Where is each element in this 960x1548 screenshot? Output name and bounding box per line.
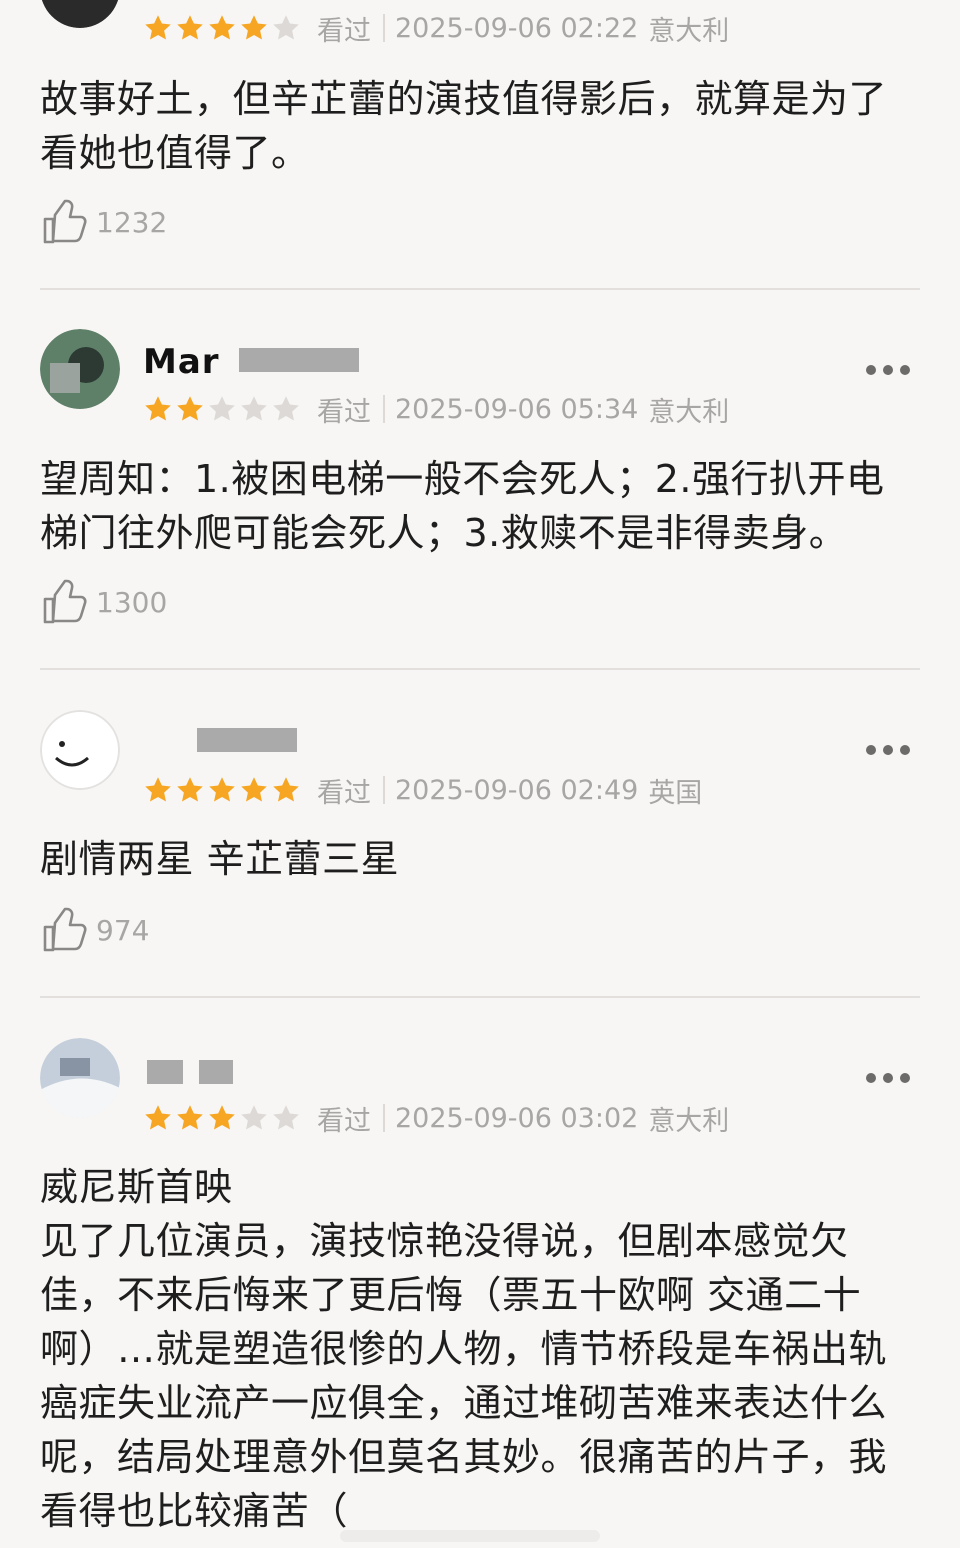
watched-label: 看过 [317,777,371,809]
review-text: 威尼斯首映 见了几位演员，演技惊艳没得说，但剧本感觉欠 佳，不来后悔来了更后悔（… [40,1165,888,1533]
star-icon [241,15,267,40]
thumbs-up-icon [40,905,90,955]
like-count: 1300 [96,585,168,619]
star-icon [273,777,299,802]
star-rating [143,775,303,805]
watched-label: 看过 [317,15,371,47]
star-icon [145,15,171,40]
watched-label: 看过 [317,396,371,428]
review-text: 望周知：1.被困电梯一般不会死人；2.强行扒开电 梯门往外爬可能会死人；3.救赎… [40,457,885,555]
meta-divider [383,1104,385,1132]
avatar[interactable] [40,1038,120,1118]
star-rating [143,394,303,424]
star-icon [241,396,267,421]
star-icon [241,777,267,802]
user-name[interactable]: Mar [143,342,359,382]
divider [40,288,920,290]
like-button[interactable]: 1232 [40,194,167,250]
like-button[interactable]: 974 [40,902,149,958]
watched-label: 看过 [317,1105,371,1137]
review-feed: 看过 2025-09-06 02:22 意大利 故事好土，但辛芷蕾的演技值得影后… [0,0,960,1548]
more-dots-icon [866,1073,876,1083]
star-icon [209,15,235,40]
meta-divider [383,776,385,804]
review-text: 剧情两星 辛芷蕾三星 [40,837,400,881]
star-icon [177,15,203,40]
star-icon [209,777,235,802]
thumbs-up-icon [40,197,90,247]
review-date: 2025-09-06 03:02 [395,1102,639,1134]
avatar[interactable] [40,710,120,790]
more-options-button[interactable] [866,1066,910,1090]
star-rating [143,13,303,43]
review-region: 意大利 [648,396,730,428]
star-icon [209,396,235,421]
star-icon [273,1105,299,1130]
more-options-button[interactable] [866,738,910,762]
like-count: 1232 [96,205,168,239]
star-icon [177,1105,203,1130]
more-dots-icon [866,745,876,755]
star-rating [143,1103,303,1133]
avatar[interactable] [40,329,120,409]
star-icon [241,1105,267,1130]
star-icon [177,396,203,421]
blur-mask [197,728,297,752]
meta-divider [383,395,385,423]
divider [40,668,920,670]
review-region: 意大利 [648,1105,730,1137]
star-icon [145,1105,171,1130]
rating-row: 看过 2025-09-06 05:34 意大利 [143,389,729,429]
like-button[interactable]: 1300 [40,574,167,630]
more-options-button[interactable] [866,358,910,382]
rating-row: 看过 2025-09-06 02:49 英国 [143,770,702,810]
scroll-indicator [340,1530,600,1542]
blur-mask [199,1060,233,1084]
review-region: 英国 [648,777,703,809]
star-icon [145,777,171,802]
avatar[interactable] [40,0,120,28]
star-icon [273,396,299,421]
review-region: 意大利 [648,15,730,47]
rating-row: 看过 2025-09-06 03:02 意大利 [143,1098,729,1138]
star-icon [177,777,203,802]
star-icon [209,1105,235,1130]
blur-mask [147,1060,183,1084]
review-date: 2025-09-06 05:34 [395,393,639,425]
star-icon [273,15,299,40]
blur-mask [239,348,359,372]
meta-divider [383,14,385,42]
like-count: 974 [96,913,150,947]
thumbs-up-icon [40,577,90,627]
review-text: 故事好土，但辛芷蕾的演技值得影后，就算是为了 看她也值得了。 [40,77,888,175]
review-date: 2025-09-06 02:22 [395,12,639,44]
rating-row: 看过 2025-09-06 02:22 意大利 [143,8,729,48]
star-icon [145,396,171,421]
divider [40,996,920,998]
more-dots-icon [866,365,876,375]
review-date: 2025-09-06 02:49 [395,774,639,806]
